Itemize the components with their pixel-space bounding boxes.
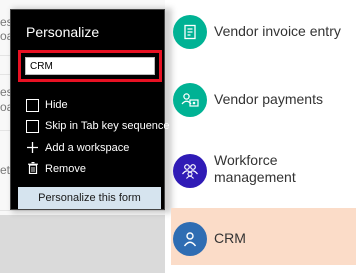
popup-title: Personalize (26, 24, 100, 40)
background-bottom-area (0, 215, 165, 273)
remove-label: Remove (45, 163, 86, 175)
tile-vendor-payments[interactable]: Vendor payments (173, 80, 356, 120)
add-workspace-option[interactable]: Add a workspace (26, 140, 129, 156)
skip-tab-label: Skip in Tab key sequence (45, 120, 170, 132)
people-icon (173, 154, 207, 188)
remove-option[interactable]: Remove (26, 161, 86, 177)
plus-icon (26, 141, 39, 155)
tile-label: CRM (214, 230, 246, 246)
invoice-icon (173, 15, 207, 49)
tile-label: Vendor invoice entry (214, 23, 341, 39)
tile-workforce-management[interactable]: Workforce management (173, 150, 356, 194)
tile-label: Vendor payments (214, 91, 323, 107)
name-input-highlight (18, 50, 162, 82)
payment-icon (173, 83, 207, 117)
hide-option[interactable]: Hide (26, 97, 68, 113)
personalize-popup: Personalize Hide Skip in Tab key sequenc… (10, 9, 170, 210)
skip-tab-checkbox[interactable] (26, 119, 39, 133)
tile-vendor-invoice-entry[interactable]: Vendor invoice entry (173, 12, 356, 52)
hide-checkbox[interactable] (26, 98, 39, 112)
skip-tab-option[interactable]: Skip in Tab key sequence (26, 118, 170, 134)
personalize-this-form-button[interactable]: Personalize this form (18, 187, 161, 209)
hide-label: Hide (45, 99, 68, 111)
tile-label-line2: management (214, 169, 296, 185)
tile-label-line1: Workforce (214, 152, 278, 168)
person-icon (173, 222, 207, 256)
tile-crm[interactable]: CRM (173, 219, 356, 259)
trash-icon (26, 162, 39, 176)
add-workspace-label: Add a workspace (45, 142, 130, 154)
name-input[interactable] (25, 57, 155, 75)
